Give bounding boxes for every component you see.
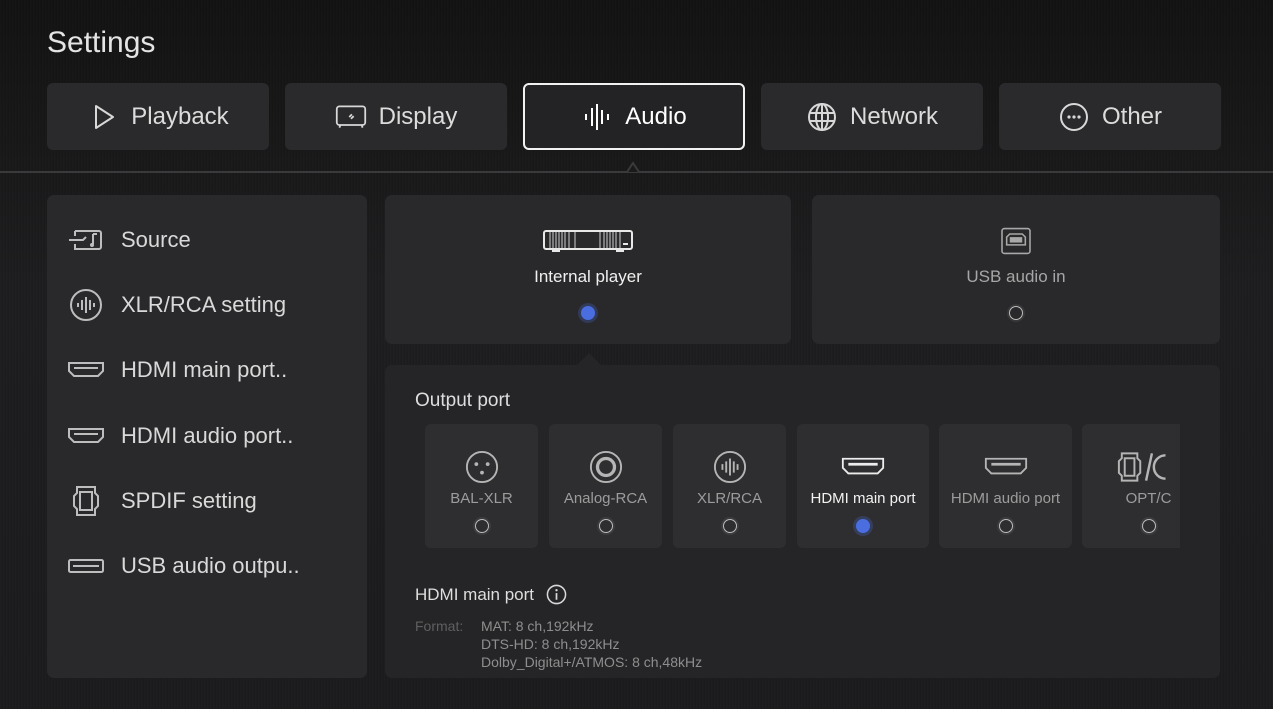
- hdmi-icon: [841, 457, 885, 475]
- format-item: DTS-HD: 8 ch,192kHz: [481, 636, 620, 652]
- sidebar-item-usb-output[interactable]: USB audio outpu..: [67, 546, 300, 586]
- hdmi-icon: [68, 428, 104, 443]
- sidebar-item-label: Source: [121, 227, 191, 252]
- source-option-internal-player[interactable]: Internal player: [385, 195, 791, 344]
- optical-coax-icon: [1117, 452, 1166, 482]
- port-radio[interactable]: [474, 519, 489, 533]
- source-icon: [69, 230, 102, 250]
- port-radio-selected[interactable]: [856, 519, 870, 533]
- sidebar-item-hdmi-audio[interactable]: HDMI audio port..: [67, 416, 293, 456]
- hdmi-icon: [68, 362, 104, 377]
- sidebar-item-hdmi-main[interactable]: HDMI main port..: [67, 350, 287, 390]
- sidebar-item-label: HDMI main port..: [121, 357, 288, 382]
- sidebar-item-spdif[interactable]: SPDIF setting: [67, 481, 257, 521]
- page-title: Settings: [47, 26, 156, 59]
- active-tab-pointer: [620, 161, 646, 173]
- port-label: HDMI main port: [810, 490, 916, 507]
- format-item: Dolby_Digital+/ATMOS: 8 ch,48kHz: [481, 654, 703, 670]
- format-label: Format:: [415, 618, 464, 634]
- tab-network[interactable]: Network: [761, 83, 983, 150]
- port-label: XLR/RCA: [696, 490, 763, 507]
- info-icon[interactable]: [546, 584, 567, 605]
- usb-icon: [68, 559, 104, 573]
- rca-icon: [589, 450, 622, 484]
- port-analog-rca[interactable]: Analog-RCA: [549, 424, 662, 548]
- sound-wave-circle-icon: [713, 450, 746, 484]
- port-opt-coax[interactable]: OPT/C: [1082, 424, 1180, 548]
- source-radio-selected[interactable]: [581, 306, 595, 320]
- port-radio[interactable]: [598, 519, 613, 533]
- section-title: Output port: [415, 390, 511, 411]
- sound-wave-icon: [585, 103, 610, 130]
- source-option-usb-audio-in[interactable]: USB audio in: [812, 195, 1220, 344]
- usb-b-icon: [1001, 227, 1031, 255]
- globe-icon: [807, 102, 836, 131]
- sound-wave-circle-icon: [70, 289, 102, 321]
- tab-display[interactable]: Display: [285, 83, 507, 150]
- more-icon: [1059, 102, 1088, 131]
- port-radio[interactable]: [722, 519, 737, 533]
- sidebar-item-xlr-rca[interactable]: XLR/RCA setting: [67, 285, 286, 325]
- sidebar: Source XLR/RCA setting HDMI main port.. …: [47, 195, 367, 678]
- tab-label: Other: [1101, 102, 1163, 130]
- tab-label: Playback: [131, 102, 229, 130]
- port-xlr-rca[interactable]: XLR/RCA: [673, 424, 786, 548]
- spdif-icon: [73, 486, 99, 516]
- port-radio[interactable]: [998, 519, 1013, 533]
- port-hdmi-audio[interactable]: HDMI audio port: [939, 424, 1072, 548]
- tab-label: Display: [378, 102, 458, 130]
- tab-playback[interactable]: Playback: [47, 83, 269, 150]
- tab-other[interactable]: Other: [999, 83, 1221, 150]
- port-label: Analog-RCA: [563, 490, 648, 507]
- sidebar-item-label: SPDIF setting: [121, 488, 257, 513]
- hdmi-icon: [984, 457, 1027, 475]
- tab-audio[interactable]: Audio: [523, 83, 745, 150]
- sidebar-item-source[interactable]: Source: [67, 220, 191, 260]
- port-label: OPT/C: [1125, 490, 1172, 507]
- sidebar-item-label: HDMI audio port..: [121, 423, 294, 448]
- output-port-panel: Output port BAL-XLR Analog-RCA XLR/RCA H…: [385, 365, 1220, 678]
- player-device-icon: [543, 230, 633, 252]
- source-label: Internal player: [534, 267, 642, 286]
- tab-label: Audio: [625, 102, 687, 130]
- format-item: MAT: 8 ch,192kHz: [481, 618, 594, 634]
- tv-icon: [335, 104, 366, 128]
- source-radio[interactable]: [1009, 306, 1023, 320]
- format-list: Format: MAT: 8 ch,192kHz DTS-HD: 8 ch,19…: [415, 617, 702, 671]
- port-label: HDMI audio port: [950, 490, 1061, 507]
- play-icon: [95, 104, 115, 129]
- port-info-title: HDMI main port: [415, 584, 535, 604]
- xlr-icon: [465, 450, 498, 484]
- port-radio[interactable]: [1141, 519, 1156, 533]
- source-pointer: [577, 353, 601, 365]
- tab-label: Network: [849, 102, 939, 130]
- port-info-header: HDMI main port: [415, 584, 567, 605]
- port-bal-xlr[interactable]: BAL-XLR: [425, 424, 538, 548]
- sidebar-item-label: USB audio outpu..: [121, 553, 300, 578]
- sidebar-item-label: XLR/RCA setting: [121, 292, 287, 317]
- port-hdmi-main[interactable]: HDMI main port: [797, 424, 929, 548]
- source-label: USB audio in: [966, 267, 1066, 286]
- output-port-list[interactable]: BAL-XLR Analog-RCA XLR/RCA HDMI main por…: [425, 424, 1180, 549]
- port-label: BAL-XLR: [450, 490, 513, 507]
